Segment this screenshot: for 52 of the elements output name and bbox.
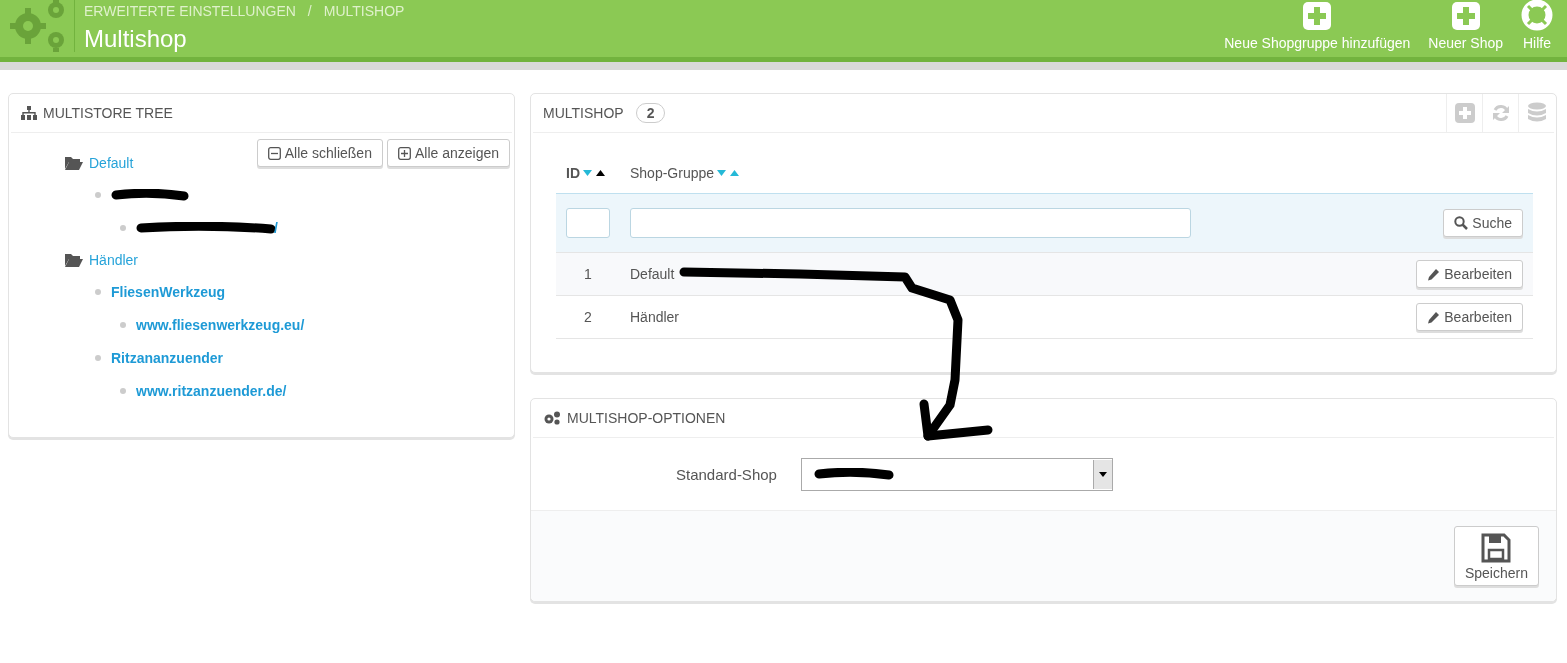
page-title: Multishop	[84, 25, 188, 53]
sitemap-icon	[21, 106, 37, 120]
bullet-icon	[120, 387, 126, 394]
gears-icon	[543, 411, 561, 425]
folder-icon	[65, 155, 83, 170]
tree-link[interactable]: www.ritzanzuender.de/	[136, 382, 287, 399]
table-cell: 2	[556, 295, 620, 339]
table-cell: 1	[556, 252, 620, 296]
tree-toggle-button[interactable]: Alle anzeigen	[386, 139, 510, 167]
search-icon	[1454, 216, 1469, 230]
save-button[interactable]: Speichern	[1453, 526, 1539, 586]
panel-title: MULTISHOP-OPTIONEN	[567, 410, 726, 426]
search-button[interactable]: Suche	[1443, 209, 1523, 237]
bullet-icon	[120, 321, 126, 328]
tree-link[interactable]: /	[274, 219, 278, 236]
minus-square-icon	[267, 146, 281, 160]
refresh-icon	[1490, 103, 1511, 123]
toolbar-button[interactable]: Hilfe	[1521, 0, 1553, 51]
column-header: Shop-Gruppe	[630, 165, 715, 181]
bullet-icon	[95, 288, 101, 295]
sort-arrows-icon[interactable]	[583, 169, 607, 177]
folder-icon	[65, 252, 83, 267]
id-filter-field[interactable]	[566, 208, 610, 238]
pencil-icon	[1427, 310, 1441, 324]
database-icon	[1526, 102, 1547, 124]
breadcrumb-separator: /	[307, 3, 312, 19]
breadcrumb-link[interactable]: MULTISHOP	[323, 3, 405, 19]
toolbar-button[interactable]: Neue Shopgruppe hinzufügen	[1224, 1, 1411, 51]
column-header: ID	[566, 165, 580, 181]
tree-toggle-button[interactable]: Alle schließen	[256, 139, 383, 167]
bullet-icon	[95, 354, 101, 361]
breadcrumb-link[interactable]: ERWEITERTE EINSTELLUNGEN	[84, 3, 296, 19]
bullet-icon	[95, 191, 101, 198]
tree-folder-link[interactable]: Händler	[89, 251, 139, 268]
plus-square-icon	[397, 146, 411, 160]
plus-icon	[1454, 103, 1475, 123]
pencil-icon	[1427, 267, 1441, 281]
caret-icon	[1098, 471, 1107, 477]
table-cell: Händler	[620, 295, 1370, 339]
field-label: Standard-Shop	[676, 465, 777, 483]
tree-link[interactable]: FliesenWerkzeug	[111, 283, 226, 300]
tree-link[interactable]: www.fliesenwerkzeug.eu/	[136, 316, 305, 333]
tree-link[interactable]: Ritzananzuender	[111, 349, 223, 366]
toolbar-button[interactable]: Neuer Shop	[1428, 1, 1503, 51]
edit-button[interactable]: Bearbeiten	[1416, 303, 1523, 331]
panel-title: MULTISTORE TREE	[43, 105, 173, 121]
tree-folder-link[interactable]: Default	[89, 154, 134, 171]
edit-button[interactable]: Bearbeiten	[1416, 260, 1523, 288]
panel-title: MULTISHOP	[543, 105, 624, 121]
shop-select[interactable]	[800, 457, 1113, 491]
name-filter-field[interactable]	[630, 208, 1191, 238]
bullet-icon	[120, 224, 126, 231]
